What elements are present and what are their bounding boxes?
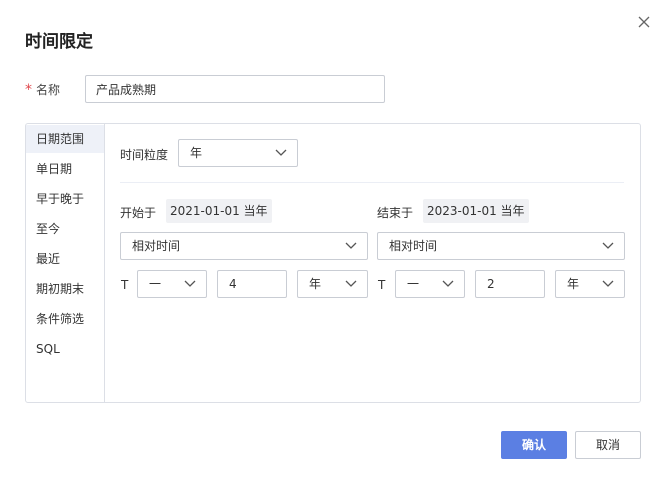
dialog-title: 时间限定 bbox=[25, 32, 93, 52]
granularity-value: 年 bbox=[190, 146, 203, 160]
date-range-content: 时间粒度 年 开始于 2021-01-01 当年 相对时间 T 一 年 bbox=[106, 124, 641, 402]
start-sign-value: 一 bbox=[149, 277, 162, 291]
start-unit-select[interactable]: 年 bbox=[297, 270, 368, 298]
chevron-down-icon bbox=[345, 242, 357, 249]
end-unit-select[interactable]: 年 bbox=[555, 270, 625, 298]
divider bbox=[120, 182, 624, 183]
confirm-button[interactable]: 确认 bbox=[501, 431, 567, 459]
cancel-button[interactable]: 取消 bbox=[575, 431, 641, 459]
tab-period-start-end[interactable]: 期初期末 bbox=[26, 275, 104, 303]
start-mode-value: 相对时间 bbox=[132, 239, 181, 253]
start-sign-select[interactable]: 一 bbox=[137, 270, 207, 298]
end-t-label: T bbox=[378, 278, 386, 292]
chevron-down-icon bbox=[275, 149, 287, 156]
end-offset-input[interactable] bbox=[475, 270, 545, 298]
tab-until-now[interactable]: 至今 bbox=[26, 215, 104, 243]
end-unit-value: 年 bbox=[567, 277, 580, 291]
required-mark: * bbox=[25, 82, 32, 98]
start-offset-input[interactable] bbox=[217, 270, 287, 298]
end-sign-value: 一 bbox=[407, 277, 420, 291]
tab-single-date[interactable]: 单日期 bbox=[26, 155, 104, 183]
start-value-tag: 2021-01-01 当年 bbox=[166, 199, 272, 223]
end-mode-value: 相对时间 bbox=[389, 239, 438, 253]
chevron-down-icon bbox=[442, 280, 454, 287]
name-label: 名称 bbox=[36, 82, 61, 97]
tab-condition-filter[interactable]: 条件筛选 bbox=[26, 305, 104, 333]
tab-recent[interactable]: 最近 bbox=[26, 245, 104, 273]
end-label: 结束于 bbox=[377, 206, 414, 220]
name-row: * 名称 bbox=[25, 75, 385, 103]
tab-before-after[interactable]: 早于晚于 bbox=[26, 185, 104, 213]
end-sign-select[interactable]: 一 bbox=[395, 270, 465, 298]
chevron-down-icon bbox=[602, 280, 614, 287]
start-mode-select[interactable]: 相对时间 bbox=[120, 232, 368, 260]
start-label: 开始于 bbox=[120, 206, 157, 220]
name-input[interactable] bbox=[85, 75, 385, 103]
time-config-panel: 日期范围 单日期 早于晚于 至今 最近 期初期末 条件筛选 SQL 时间粒度 年… bbox=[25, 123, 641, 403]
tab-sql[interactable]: SQL bbox=[26, 335, 104, 363]
start-unit-value: 年 bbox=[309, 277, 322, 291]
chevron-down-icon bbox=[602, 242, 614, 249]
close-icon[interactable] bbox=[636, 14, 652, 30]
time-type-tabs: 日期范围 单日期 早于晚于 至今 最近 期初期末 条件筛选 SQL bbox=[26, 124, 105, 402]
start-t-label: T bbox=[121, 278, 129, 292]
chevron-down-icon bbox=[184, 280, 196, 287]
end-mode-select[interactable]: 相对时间 bbox=[377, 232, 625, 260]
end-value-tag: 2023-01-01 当年 bbox=[423, 199, 529, 223]
chevron-down-icon bbox=[345, 280, 357, 287]
granularity-select[interactable]: 年 bbox=[178, 139, 298, 167]
tab-date-range[interactable]: 日期范围 bbox=[26, 125, 104, 153]
granularity-label: 时间粒度 bbox=[120, 148, 169, 162]
time-limit-dialog: 时间限定 * 名称 日期范围 单日期 早于晚于 至今 最近 期初期末 条件筛选 … bbox=[0, 0, 663, 481]
